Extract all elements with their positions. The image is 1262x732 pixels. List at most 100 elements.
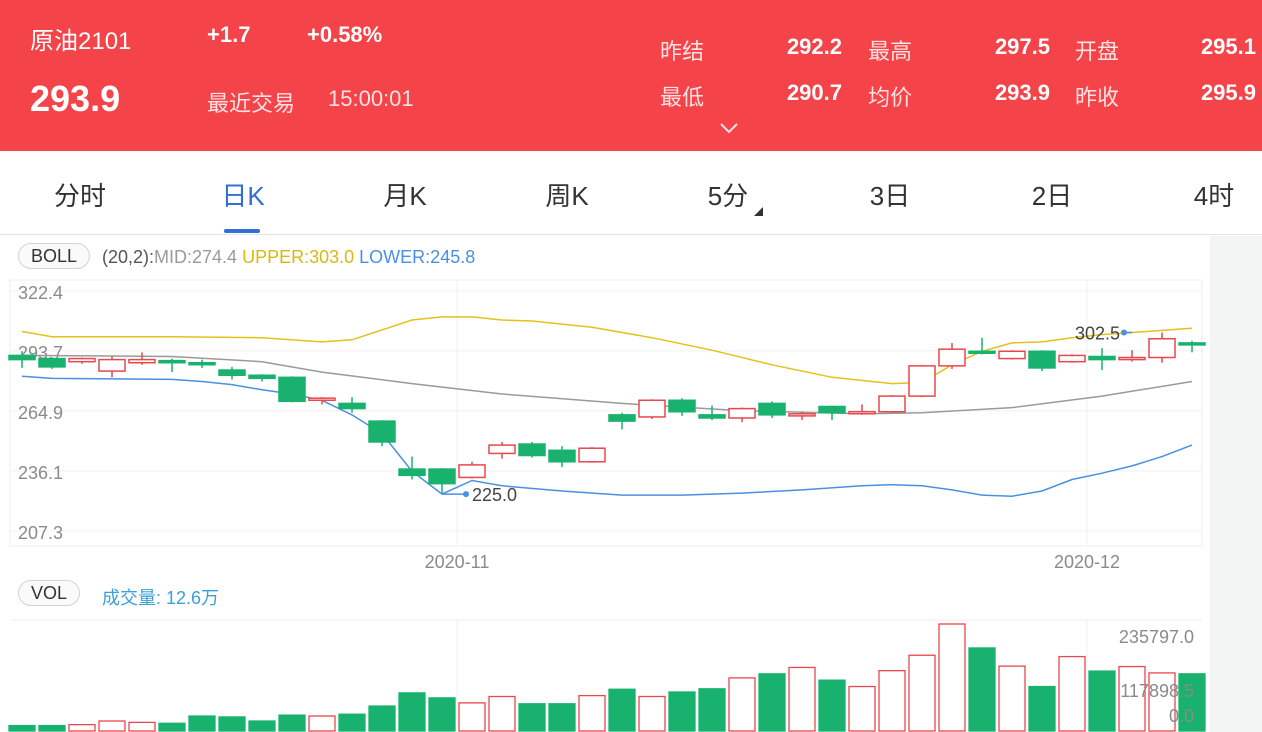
candle: [848, 404, 876, 415]
candle-body-up: [458, 464, 486, 479]
volume-bar-up: [578, 694, 606, 732]
candle-body-up: [128, 358, 156, 364]
volume-bar-down: [428, 697, 456, 732]
candle: [1058, 354, 1086, 363]
candle-body-down: [218, 369, 246, 376]
candle: [308, 397, 336, 405]
candle-body-down: [1088, 355, 1116, 361]
volume-bar-down: [368, 705, 396, 732]
candle-body-down: [1178, 342, 1206, 346]
volume-axis-tick: 0.0: [1169, 706, 1194, 726]
volume-bar-down: [818, 679, 846, 732]
candle: [1148, 332, 1176, 363]
price-axis-tick: 236.1: [18, 463, 63, 483]
volume-bar-down: [248, 720, 276, 732]
kline-chart[interactable]: 322.4293.7264.9236.1207.32020-11 2020-123…: [0, 0, 1262, 732]
volume-bar-down: [1028, 685, 1056, 732]
candle: [608, 412, 636, 430]
candle: [518, 441, 546, 458]
volume-bar-up: [458, 702, 486, 732]
candle-body-up: [488, 444, 516, 455]
candle-body-down: [278, 376, 306, 403]
volume-bar-down: [38, 724, 66, 732]
price-axis-tick: 207.3: [18, 523, 63, 543]
candle-body-up: [98, 358, 126, 372]
volume-bar-up: [908, 654, 936, 732]
volume-bar-up: [1058, 655, 1086, 732]
candle-body-down: [758, 402, 786, 416]
volume-bar-down: [218, 716, 246, 732]
candle-body-down: [188, 361, 216, 366]
volume-bar-down: [608, 688, 636, 732]
candle-body-down: [368, 420, 396, 443]
volume-bar-down: [698, 688, 726, 732]
candle-body-down: [248, 374, 276, 380]
volume-bar-up: [728, 677, 756, 732]
candle-body-down: [1028, 350, 1056, 369]
volume-bar-down: [1088, 670, 1116, 732]
volume-bar-up: [308, 715, 336, 732]
candle: [1088, 348, 1116, 371]
candle: [128, 352, 156, 365]
volume-bar-up: [998, 665, 1026, 732]
volume-bar-down: [188, 715, 216, 732]
candle: [758, 401, 786, 418]
candle: [938, 342, 966, 369]
candle-body-up: [848, 410, 876, 415]
price-panel-frame: [9, 279, 1203, 547]
candle: [638, 399, 666, 420]
volume-bar-down: [968, 647, 996, 732]
boll-upper-line: [21, 316, 1193, 385]
candle: [1028, 350, 1056, 372]
candle-body-down: [968, 350, 996, 355]
candle: [998, 350, 1026, 360]
candle-body-down: [818, 405, 846, 414]
candle: [668, 398, 696, 416]
candle-body-up: [908, 365, 936, 397]
annotation-dot: [463, 491, 469, 498]
volume-bar-down: [398, 692, 426, 732]
candle: [578, 447, 606, 463]
candle-body-up: [938, 348, 966, 367]
volume-bar-up: [98, 720, 126, 732]
volume-bar-up: [848, 685, 876, 732]
volume-bar-up: [938, 623, 966, 732]
volume-bar-down: [158, 722, 186, 732]
candle-body-down: [338, 402, 366, 410]
boll-lower-line: [21, 375, 1193, 497]
volume-bar-down: [8, 724, 36, 732]
volume-bar-up: [638, 695, 666, 732]
date-axis-tick: 2020-11: [425, 552, 490, 572]
volume-bar-down: [278, 714, 306, 732]
candle: [908, 364, 936, 398]
candle-body-up: [1058, 354, 1086, 363]
price-annotation: 302.5: [1075, 323, 1120, 343]
candle: [68, 357, 96, 364]
volume-bar-down: [668, 691, 696, 732]
annotation-dot: [1121, 329, 1127, 336]
price-annotation: 225.0: [472, 485, 517, 505]
candle: [188, 359, 216, 368]
candle: [548, 446, 576, 467]
volume-axis-tick: 117898.5: [1120, 681, 1194, 701]
candle-body-down: [38, 357, 66, 368]
candle: [218, 366, 246, 380]
candle: [1118, 350, 1146, 362]
candle: [968, 337, 996, 355]
candle-body-up: [1118, 356, 1146, 361]
candle-body-down: [398, 468, 426, 477]
candle-body-down: [428, 468, 456, 485]
candle: [98, 356, 126, 378]
candle-body-up: [878, 395, 906, 413]
volume-bar-up: [878, 669, 906, 732]
candle: [878, 395, 906, 413]
candle-body-down: [608, 414, 636, 422]
candle-body-down: [518, 443, 546, 457]
candle-body-down: [548, 449, 576, 463]
volume-bar-up: [788, 666, 816, 732]
candle: [458, 461, 486, 479]
candle-body-up: [308, 397, 336, 402]
candle-body-up: [728, 407, 756, 419]
price-axis-tick: 322.4: [18, 283, 63, 303]
volume-bar-up: [488, 695, 516, 732]
